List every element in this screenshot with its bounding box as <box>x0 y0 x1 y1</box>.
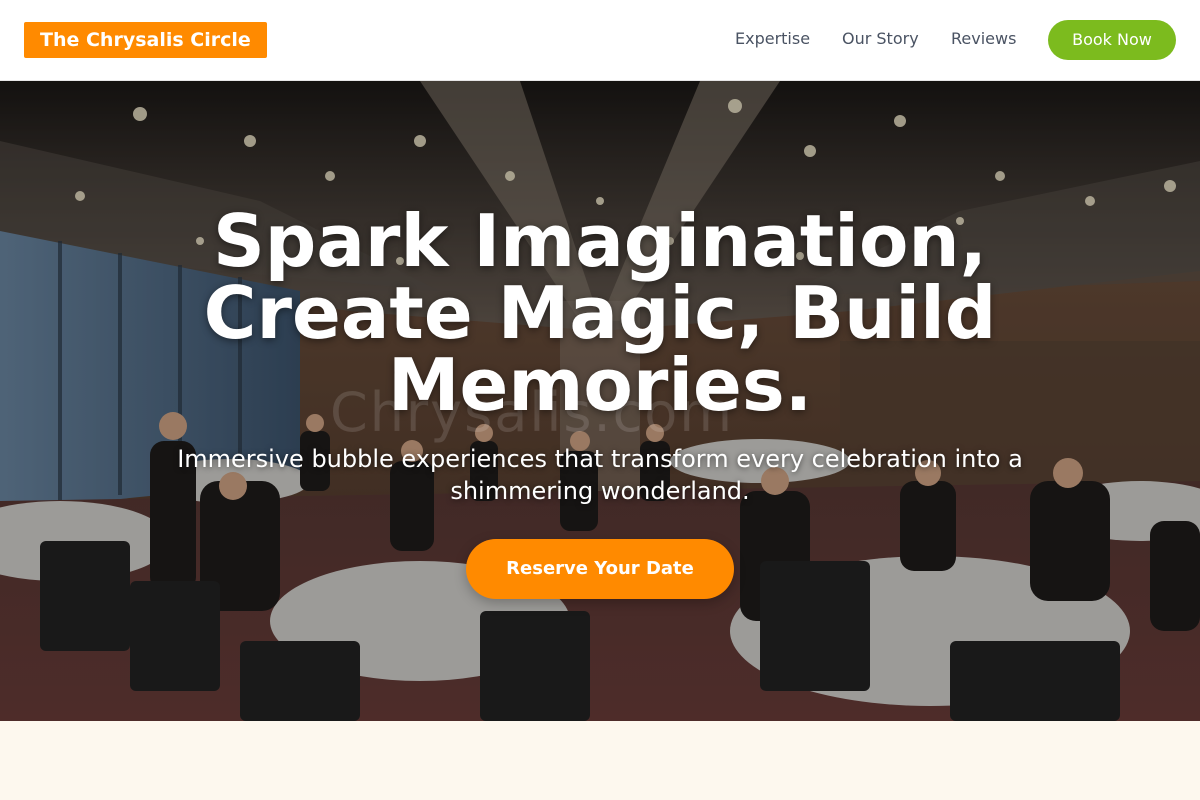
next-section <box>0 721 1200 800</box>
nav-link-our-story[interactable]: Our Story <box>842 28 919 50</box>
hero-section: Chrysalis.com Spark Imagination, Create … <box>0 81 1200 721</box>
book-now-button[interactable]: Book Now <box>1048 20 1176 60</box>
hero-title: Spark Imagination, Create Magic, Build M… <box>203 199 997 427</box>
brand-logo[interactable]: The Chrysalis Circle <box>24 22 267 58</box>
reserve-your-date-button[interactable]: Reserve Your Date <box>466 539 734 599</box>
hero-subtitle: Immersive bubble experiences that transf… <box>177 445 1023 505</box>
site-header: The Chrysalis Circle Expertise Our Story… <box>0 0 1200 81</box>
nav-link-reviews[interactable]: Reviews <box>951 28 1016 50</box>
nav-link-expertise[interactable]: Expertise <box>735 28 810 50</box>
